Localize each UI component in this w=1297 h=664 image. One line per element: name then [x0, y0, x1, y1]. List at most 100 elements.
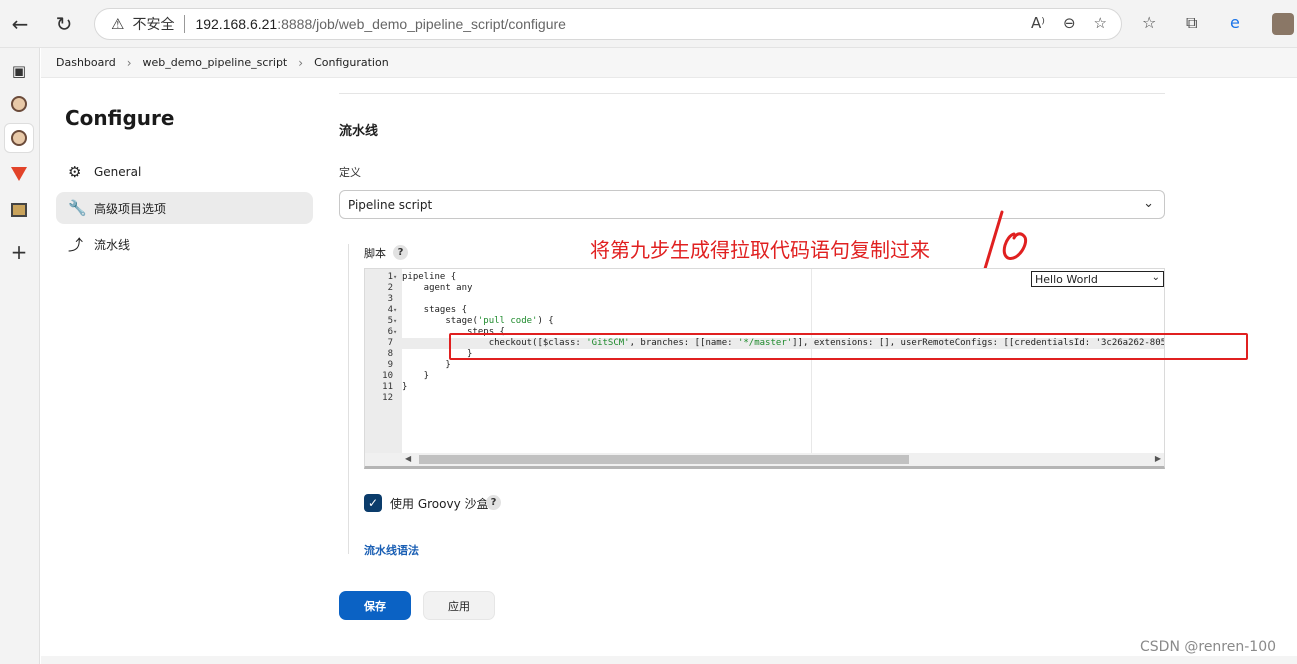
line-number: 11 [382, 382, 393, 392]
code-text: stage('pull code') { [402, 316, 554, 326]
code-text: } [402, 360, 451, 370]
breadcrumb: Dashboard › web_demo_pipeline_script › C… [41, 48, 1297, 78]
definition-select[interactable]: Pipeline script ⌄ [339, 190, 1165, 219]
code-text: stages { [402, 305, 468, 315]
definition-label: 定义 [339, 166, 361, 179]
jenkins-face-icon [11, 130, 27, 146]
sidebar-item-advanced[interactable]: 🔧 高级项目选项 [56, 192, 313, 224]
collections-icon[interactable]: ⧉ [1186, 13, 1197, 33]
jenkins-active-tab-icon[interactable] [4, 123, 34, 153]
insecure-label: 不安全 [132, 17, 175, 33]
script-section-border [348, 244, 349, 554]
tab-actions-icon[interactable]: ▣ [4, 56, 34, 86]
code-string: 'pull code' [477, 316, 538, 326]
new-tab-plus-icon[interactable]: + [4, 237, 34, 267]
wrench-icon: 🔧 [68, 199, 87, 217]
edge-icon[interactable]: e [1230, 13, 1240, 32]
breadcrumb-dashboard[interactable]: Dashboard [56, 56, 116, 69]
code-line: 11} [365, 382, 1164, 393]
fold-arrow-icon[interactable]: ▾ [393, 305, 402, 316]
gear-icon: ⚙ [68, 163, 82, 181]
address-bar[interactable]: ⚠ 不安全 192.168.6.21:8888/job/web_demo_pip… [94, 8, 1122, 40]
line-number: 6 [387, 327, 393, 337]
code-line: 10 } [365, 371, 1164, 382]
code-text: agent any [402, 283, 473, 293]
code-line: 12 [365, 393, 1164, 404]
apply-button[interactable]: 应用 [423, 591, 495, 620]
address-icons: A⁾ ⊖ ☆ [1031, 14, 1107, 32]
code-text: pipeline { [402, 272, 457, 282]
handwritten-stroke-zero [1002, 232, 1027, 260]
sandbox-label: 使用 Groovy 沙盒 [390, 497, 489, 511]
code-text: } [402, 382, 408, 392]
breadcrumb-job[interactable]: web_demo_pipeline_script [143, 56, 288, 69]
image-tab-icon[interactable] [4, 195, 34, 225]
script-help-icon[interactable]: ? [393, 245, 408, 260]
sidebar-item-label: 高级项目选项 [94, 201, 167, 216]
line-number: 4 [387, 305, 393, 315]
code-line: 3 [365, 294, 1164, 305]
scroll-left-icon[interactable]: ◀ [405, 454, 411, 463]
sidebar-item-label: General [94, 165, 142, 179]
section-title: 流水线 [339, 124, 379, 139]
browser-toolbar: ← ↻ ⚠ 不安全 192.168.6.21:8888/job/web_demo… [0, 0, 1297, 48]
scroll-right-icon[interactable]: ▶ [1155, 454, 1161, 463]
picture-icon [11, 203, 27, 217]
code-line: 9 } [365, 360, 1164, 371]
fold-arrow-icon[interactable]: ▾ [393, 272, 402, 283]
url-path: :8888/job/web_demo_pipeline_script/confi… [277, 16, 566, 32]
fold-arrow-icon[interactable]: ▾ [393, 316, 402, 327]
chevron-down-icon: ⌄ [1151, 272, 1160, 283]
sidebar-item-label: 流水线 [94, 237, 131, 252]
sidebar-item-pipeline[interactable]: ⤴ 流水线 [56, 228, 313, 260]
horizontal-scrollbar[interactable]: ◀ ▶ [365, 453, 1164, 466]
jenkins-face-icon [11, 96, 27, 112]
favorite-add-icon[interactable]: ☆ [1094, 14, 1107, 32]
back-arrow-icon[interactable]: ← [8, 12, 32, 36]
sidebar-item-general[interactable]: ⚙ General [56, 156, 313, 188]
sandbox-help-icon[interactable]: ? [486, 495, 501, 510]
jenkins-tab-icon[interactable] [4, 89, 34, 119]
code-token: stage( [402, 316, 478, 326]
line-number: 9 [387, 360, 393, 370]
gitlab-tab-icon[interactable] [4, 159, 34, 189]
code-token: ) { [537, 316, 554, 326]
line-number: 3 [387, 294, 393, 304]
chevron-right-icon: › [126, 55, 132, 70]
script-label: 脚本 [364, 247, 386, 260]
breadcrumb-configuration[interactable]: Configuration [314, 56, 389, 69]
fold-arrow-icon[interactable]: ▾ [393, 327, 402, 338]
url-host: 192.168.6.21 [195, 16, 278, 32]
line-number: 10 [382, 371, 393, 381]
refresh-icon[interactable]: ↻ [52, 12, 76, 36]
script-editor[interactable]: 1▾ pipeline {2 agent any 3 4▾ stages {5▾ st… [364, 268, 1165, 469]
chevron-right-icon: › [298, 55, 304, 70]
code-line: 4▾ stages { [365, 305, 1164, 316]
line-number: 7 [387, 338, 393, 348]
sample-script-select[interactable]: Hello World ⌄ [1031, 271, 1164, 287]
pipeline-syntax-link[interactable]: 流水线语法 [364, 542, 419, 558]
definition-value: Pipeline script [348, 197, 433, 212]
url-text[interactable]: 192.168.6.21:8888/job/web_demo_pipeline_… [195, 16, 566, 32]
pipeline-icon: ⤴ [68, 235, 84, 254]
line-number: 2 [387, 283, 393, 293]
chevron-down-icon: ⌄ [1143, 196, 1154, 211]
scrollbar-thumb[interactable] [419, 455, 909, 464]
gitlab-fox-icon [11, 167, 27, 181]
annotation-red-box [449, 333, 1248, 360]
page-title: Configure [65, 106, 175, 130]
profile-avatar[interactable] [1272, 13, 1294, 35]
address-separator [184, 15, 186, 33]
line-number: 8 [387, 349, 393, 359]
line-number: 1 [387, 272, 393, 282]
groovy-sandbox-checkbox[interactable]: ✓ [364, 494, 382, 512]
read-aloud-icon[interactable]: A⁾ [1031, 14, 1045, 32]
favorites-icon[interactable]: ☆ [1142, 13, 1156, 32]
section-divider [339, 93, 1165, 94]
line-number: 12 [382, 393, 393, 403]
save-button[interactable]: 保存 [339, 591, 411, 620]
handwritten-stroke-one [982, 210, 1004, 274]
zoom-icon[interactable]: ⊖ [1063, 14, 1076, 32]
line-number: 5 [387, 316, 393, 326]
warning-icon: ⚠ [111, 15, 125, 33]
